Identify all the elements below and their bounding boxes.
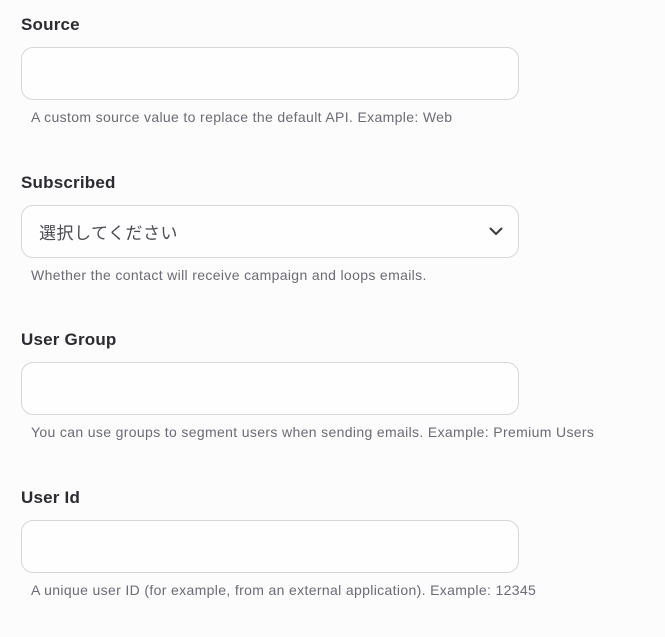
- chevron-down-icon: [488, 224, 504, 240]
- user-group-field: User Group You can use groups to segment…: [21, 330, 661, 440]
- subscribed-selected-value: 選択してください: [39, 224, 178, 244]
- subscribed-field: Subscribed 選択してください Whether the contact …: [21, 173, 661, 283]
- user-id-label: User Id: [21, 488, 81, 507]
- user-id-input[interactable]: [21, 520, 519, 573]
- user-group-label: User Group: [21, 330, 117, 349]
- source-field: Source A custom source value to replace …: [21, 15, 661, 125]
- user-id-help-text: A unique user ID (for example, from an e…: [31, 582, 537, 598]
- subscribed-help-text: Whether the contact will receive campaig…: [31, 267, 427, 283]
- source-input[interactable]: [21, 47, 519, 100]
- user-group-help-text: You can use groups to segment users when…: [31, 424, 595, 440]
- subscribed-select[interactable]: 選択してください: [21, 205, 519, 258]
- user-id-field: User Id A unique user ID (for example, f…: [21, 488, 661, 598]
- user-group-input[interactable]: [21, 362, 519, 415]
- source-help-text: A custom source value to replace the def…: [31, 109, 453, 125]
- source-label: Source: [21, 15, 80, 34]
- contact-form: Source A custom source value to replace …: [0, 0, 665, 637]
- subscribed-label: Subscribed: [21, 173, 116, 192]
